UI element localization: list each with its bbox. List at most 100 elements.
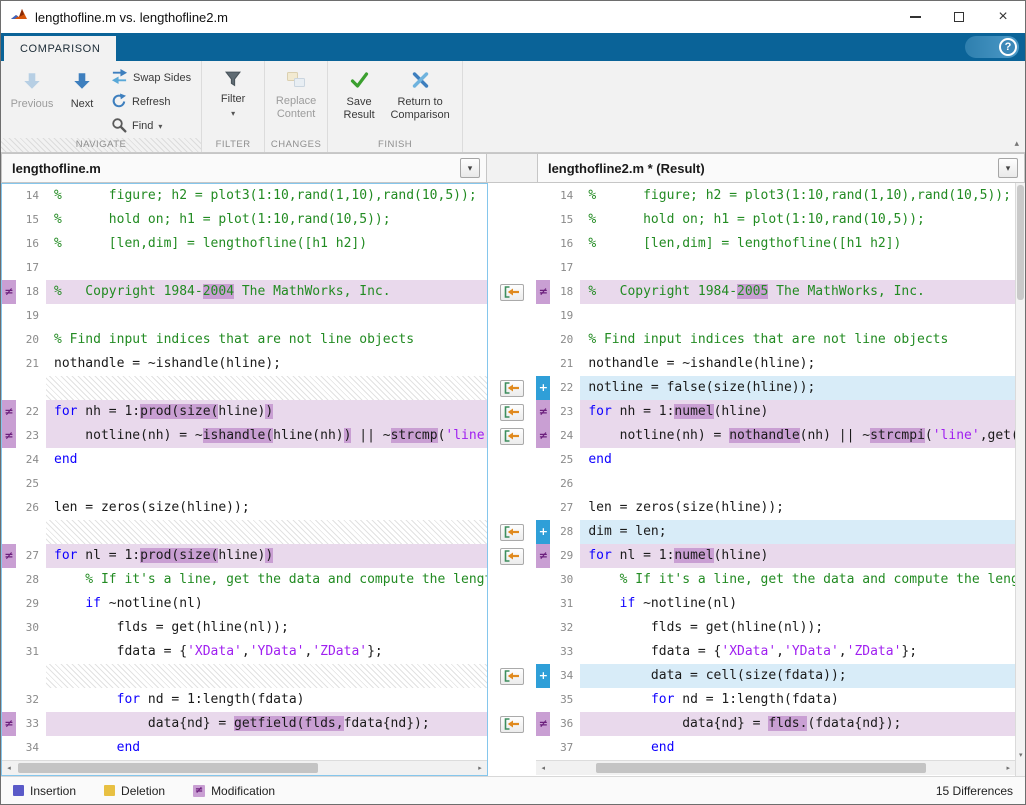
gutter-row [488,328,536,352]
merge-change-button[interactable] [500,284,524,301]
gutter-row [488,304,536,328]
left-horizontal-scrollbar[interactable]: ◂ ▸ [2,760,487,775]
collapse-toolstrip-button[interactable]: ▴ [1014,138,1019,149]
code-line: +34 data = cell(size(fdata)); [536,664,1015,688]
gutter-row [488,400,536,424]
code-line: ≠22for nh = 1:prod(size(hline)) [2,400,487,424]
left-panel-header: lengthofline.m ▾ [1,153,487,183]
merge-change-button[interactable] [500,716,524,733]
minimize-button[interactable] [893,1,937,33]
scroll-left-icon[interactable]: ◂ [2,761,16,775]
swap-sides-icon [111,68,128,88]
swap-sides-button[interactable]: Swap Sides [111,68,191,88]
marker-cell [2,664,16,688]
marker-cell [2,568,16,592]
ribbon-tab-strip: COMPARISON ? [1,33,1025,61]
filter-button[interactable]: Filter ▾ [208,66,258,138]
maximize-button[interactable] [937,1,981,33]
code-text: fdata = {'XData','YData','ZData'}; [580,640,1015,664]
code-line: 25 [2,472,487,496]
vertical-scrollbar[interactable]: ▾ [1015,183,1025,776]
close-button[interactable]: × [981,1,1025,33]
scroll-right-icon[interactable]: ▸ [473,761,487,775]
code-text: % Copyright 1984-2005 The MathWorks, Inc… [580,280,1015,304]
merge-change-button[interactable] [500,548,524,565]
gutter-row [488,592,536,616]
line-number: 18 [550,280,580,304]
marker-cell [536,232,550,256]
marker-cell [2,184,16,208]
replace-content-button[interactable]: ReplaceContent [271,66,321,138]
status-bar: Insertion Deletion ≠ Modification 15 Dif… [1,776,1025,804]
app-window: { "window": { "title": "lengthofline.m v… [0,0,1026,805]
code-text [46,376,487,400]
code-line: 25end [536,448,1015,472]
code-text [46,256,487,280]
code-line: 31 fdata = {'XData','YData','ZData'}; [2,640,487,664]
code-line: 20% Find input indices that are not line… [536,328,1015,352]
line-number: 32 [550,616,580,640]
code-text: end [580,736,1015,760]
refresh-icon [111,93,127,112]
find-button[interactable]: Find ▾ [111,116,191,136]
scroll-down-icon[interactable]: ▾ [1016,751,1025,759]
scroll-right-icon[interactable]: ▸ [1001,761,1015,775]
marker-cell [2,496,16,520]
find-dropdown-caret-icon: ▾ [158,122,162,131]
toolbar-group-changes: ReplaceContent CHANGES [265,61,328,152]
toolbar-group-finish: SaveResult Return toComparison FINISH [328,61,463,152]
vscroll-thumb[interactable] [1017,185,1024,300]
line-number: 19 [16,304,46,328]
line-number: 29 [16,592,46,616]
insertion-marker-icon: + [536,520,550,544]
panel-headers: lengthofline.m ▾ lengthofline2.m * (Resu… [1,153,1025,183]
code-line: 20% Find input indices that are not line… [2,328,487,352]
scroll-left-icon[interactable]: ◂ [536,761,550,775]
next-button[interactable]: Next [57,66,107,138]
line-number: 36 [550,712,580,736]
code-text: if ~notline(nl) [46,592,487,616]
return-to-comparison-button[interactable]: Return toComparison [384,66,456,138]
left-panel-menu-button[interactable]: ▾ [460,158,480,178]
save-result-button[interactable]: SaveResult [334,66,384,138]
code-line: 21nothandle = ~ishandle(hline); [2,352,487,376]
line-number [16,376,46,400]
line-number: 20 [550,328,580,352]
merge-change-button[interactable] [500,524,524,541]
left-hscroll-thumb[interactable] [18,763,318,773]
code-text [46,520,487,544]
marker-cell [2,328,16,352]
code-line: 32 flds = get(hline(nl)); [536,616,1015,640]
previous-button[interactable]: Previous [7,66,57,138]
code-text: data{nd} = flds.(fdata{nd}); [580,712,1015,736]
gutter-row [488,352,536,376]
merge-change-button[interactable] [500,668,524,685]
line-number: 23 [16,424,46,448]
help-button[interactable]: ? [965,36,1019,58]
code-line: 15% hold on; h1 = plot(1:10,rand(10,5)); [536,208,1015,232]
previous-arrow-icon [21,70,43,95]
right-horizontal-scrollbar[interactable]: ◂ ▸ [536,760,1015,775]
line-number: 24 [550,424,580,448]
gutter-row [488,256,536,280]
merge-change-button[interactable] [500,428,524,445]
line-number: 28 [550,520,580,544]
tab-comparison[interactable]: COMPARISON [4,36,116,61]
line-number: 32 [16,688,46,712]
code-text: data{nd} = getfield(flds,fdata{nd}); [46,712,487,736]
code-text: len = zeros(size(hline)); [580,496,1015,520]
modification-chip-icon: ≠ [193,785,205,797]
merge-change-button[interactable] [500,380,524,397]
modification-marker-icon: ≠ [536,712,550,736]
legend-insertion: Insertion [13,784,76,798]
marker-cell [2,304,16,328]
marker-cell [536,736,550,760]
code-text: % Copyright 1984-2004 The MathWorks, Inc… [46,280,487,304]
code-text: data = cell(size(fdata)); [580,664,1015,688]
right-panel-menu-button[interactable]: ▾ [998,158,1018,178]
code-text: % hold on; h1 = plot(1:10,rand(10,5)); [580,208,1015,232]
right-hscroll-thumb[interactable] [596,763,926,773]
merge-change-button[interactable] [500,404,524,421]
help-icon: ? [999,38,1017,56]
refresh-button[interactable]: Refresh [111,92,191,112]
